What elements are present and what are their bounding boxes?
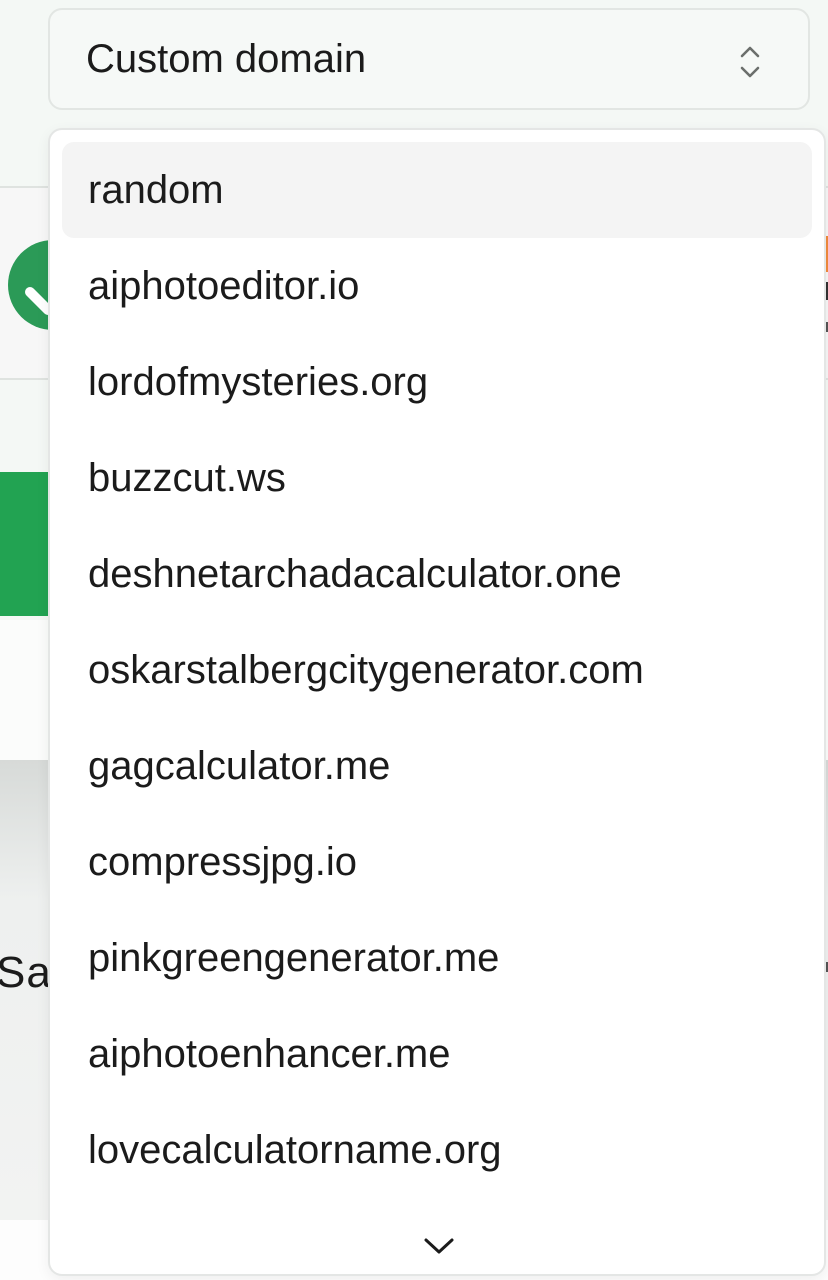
dropdown-option[interactable]: gagcalculator.me xyxy=(62,718,812,814)
chevron-up-down-icon xyxy=(738,44,762,80)
dropdown-option[interactable]: compressjpg.io xyxy=(62,814,812,910)
domain-dropdown-list: random aiphotoeditor.io lordofmysteries.… xyxy=(48,128,826,1276)
dropdown-option[interactable]: aiphotoeditor.io xyxy=(62,238,812,334)
chevron-down-icon[interactable] xyxy=(422,1234,456,1258)
dropdown-option[interactable]: lordofmysteries.org xyxy=(62,334,812,430)
dropdown-option[interactable]: aiphotoenhancer.me xyxy=(62,1006,812,1102)
domain-select[interactable]: Custom domain xyxy=(48,8,810,110)
dropdown-option[interactable]: oskarstalbergcitygenerator.com xyxy=(62,622,812,718)
background-partial-text: Sa xyxy=(0,948,52,997)
dropdown-option[interactable]: lovecalculatorname.org xyxy=(62,1102,812,1198)
dropdown-option[interactable]: buzzcut.ws xyxy=(62,430,812,526)
domain-select-value: Custom domain xyxy=(86,36,367,81)
dropdown-option[interactable]: deshnetarchadacalculator.one xyxy=(62,526,812,622)
dropdown-option[interactable]: pinkgreengenerator.me xyxy=(62,910,812,1006)
dropdown-option-random[interactable]: random xyxy=(62,142,812,238)
